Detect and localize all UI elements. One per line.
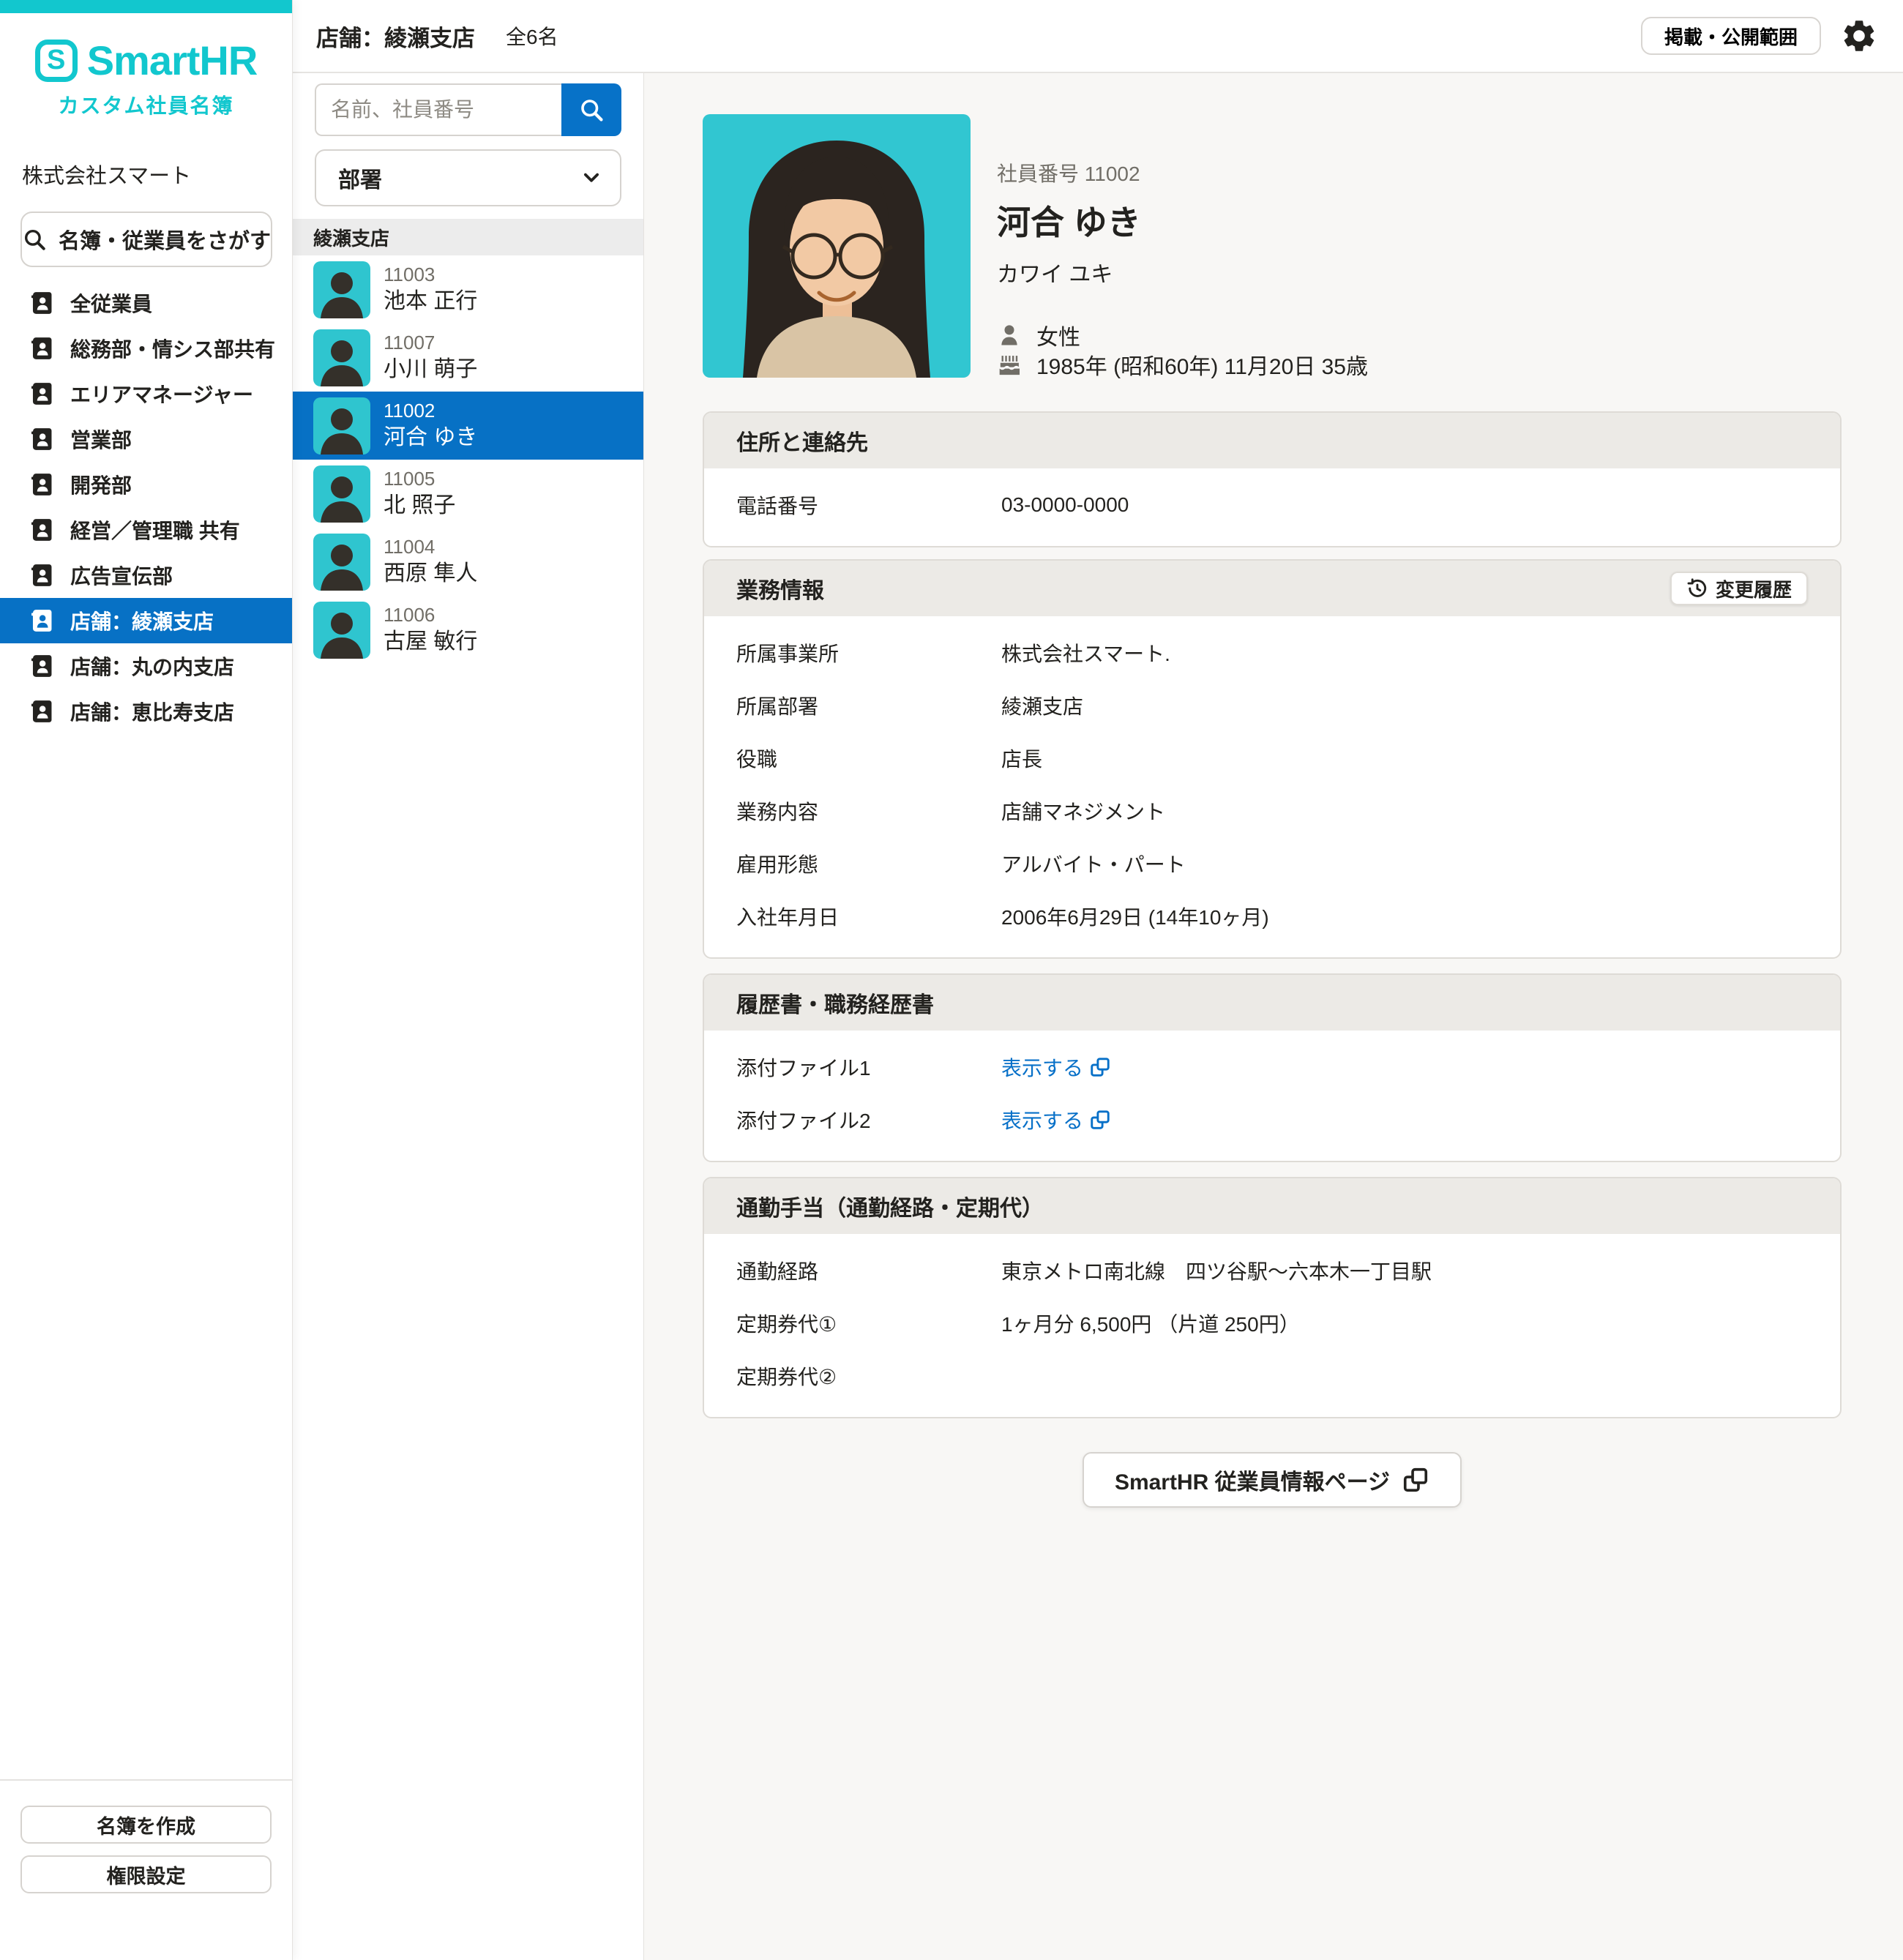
address-book-icon: [29, 608, 54, 633]
chevron-down-icon: [580, 167, 602, 189]
external-link-icon: [1089, 1056, 1111, 1078]
section-contact: 住所と連絡先 電話番号 03-0000-0000: [703, 411, 1842, 547]
employee-list-item[interactable]: 11004 西原 隼人: [293, 528, 643, 596]
field-row: 雇用形態 アルバイト・パート: [736, 837, 1808, 890]
create-roster-button[interactable]: 名簿を作成: [20, 1806, 272, 1844]
section-contact-title: 住所と連絡先: [704, 413, 1840, 468]
employee-search: [315, 83, 621, 136]
department-filter-select[interactable]: 部署: [315, 149, 621, 206]
employee-kana: カワイ ユキ: [997, 256, 1368, 288]
section-resume: 履歴書・職務経歴書 添付ファイル1 表示する 添付ファイル2 表示する: [703, 973, 1842, 1162]
settings-button[interactable]: [1839, 15, 1880, 56]
change-history-button[interactable]: 変更履歴: [1670, 572, 1808, 605]
history-icon: [1686, 577, 1708, 599]
gear-icon: [1840, 17, 1878, 55]
address-book-icon: [29, 517, 54, 542]
employee-count: 全6名: [506, 21, 558, 51]
top-header: 店舗：綾瀬支店 全6名 掲載・公開範囲: [293, 0, 1903, 73]
avatar: [313, 397, 370, 455]
group-header: 綾瀬支店: [293, 219, 643, 255]
publish-scope-button[interactable]: 掲載・公開範囲: [1641, 17, 1821, 55]
employee-list-item[interactable]: 11007 小川 萌子: [293, 323, 643, 392]
sidebar-item-general-affairs[interactable]: 総務部・情シス部共有: [0, 326, 292, 371]
birthday-row: 1985年 (昭和60年) 11月20日 35歳: [997, 350, 1368, 379]
smarthr-employee-page-button[interactable]: SmartHR 従業員情報ページ: [1083, 1452, 1462, 1508]
sidebar-item-management[interactable]: 経営／管理職 共有: [0, 507, 292, 553]
employee-search-button[interactable]: [561, 83, 621, 136]
brand-teal-strip: [0, 0, 292, 13]
person-icon: [997, 323, 1022, 348]
address-book-icon: [29, 291, 54, 315]
section-commute: 通勤手当（通勤経路・定期代） 通勤経路 東京メトロ南北線 四ツ谷駅〜六本木一丁目…: [703, 1177, 1842, 1418]
sidebar-footer: 名簿を作成 権限設定: [0, 1779, 292, 1893]
smarthr-logo: S SmartHR: [0, 37, 292, 84]
sidebar: S SmartHR カスタム社員名簿 株式会社スマート 名簿・従業員をさがす 全…: [0, 0, 293, 1960]
sidebar-item-ebisu-branch[interactable]: 店舗：恵比寿支店: [0, 689, 292, 734]
avatar: [313, 534, 370, 591]
smarthr-directory-app: 店舗：綾瀬支店 全6名 掲載・公開範囲 S SmartHR カスタム社員名簿 株…: [0, 0, 1903, 1960]
attachment-2-view-link[interactable]: 表示する: [1001, 1105, 1111, 1134]
avatar: [313, 329, 370, 386]
birthday-cake-icon: [997, 352, 1022, 377]
employee-photo: [703, 114, 971, 378]
section-work: 業務情報 変更履歴 所属事業所 株式会社スマート. 所属部署 綾瀬支店 役職 店…: [703, 559, 1842, 959]
address-book-icon: [29, 654, 54, 678]
app-subtitle: カスタム社員名簿: [0, 90, 292, 119]
section-commute-title: 通勤手当（通勤経路・定期代）: [704, 1178, 1840, 1234]
employee-number: 社員番号 11002: [997, 158, 1368, 187]
permission-settings-button[interactable]: 権限設定: [20, 1855, 272, 1893]
field-row: 電話番号 03-0000-0000: [736, 479, 1808, 531]
field-row: 所属事業所 株式会社スマート.: [736, 626, 1808, 679]
field-row: 所属部署 綾瀬支店: [736, 679, 1808, 732]
sidebar-item-marunouchi-branch[interactable]: 店舗：丸の内支店: [0, 643, 292, 689]
directory-search-button[interactable]: 名簿・従業員をさがす: [20, 212, 272, 267]
employee-detail-panel: 社員番号 11002 河合 ゆき カワイ ユキ 女性 1985年 (昭和60年)…: [644, 73, 1903, 1960]
field-row: 添付ファイル2 表示する: [736, 1093, 1808, 1146]
avatar: [313, 261, 370, 318]
employee-list-panel: 部署 綾瀬支店 11003 池本 正行 11007 小川 萌子 11002 河合…: [293, 73, 644, 1960]
section-work-title: 業務情報: [736, 572, 824, 605]
field-row: 業務内容 店舗マネジメント: [736, 785, 1808, 837]
sidebar-item-ayase-branch[interactable]: 店舗：綾瀬支店: [0, 598, 292, 643]
address-book-icon: [29, 563, 54, 588]
directory-nav: 全従業員 総務部・情シス部共有 エリアマネージャー 営業部 開発部 経営／管理職…: [0, 280, 292, 734]
avatar: [313, 602, 370, 659]
attachment-1-view-link[interactable]: 表示する: [1001, 1052, 1111, 1082]
address-book-icon: [29, 472, 54, 497]
gender-row: 女性: [997, 321, 1368, 350]
sidebar-item-development[interactable]: 開発部: [0, 462, 292, 507]
address-book-icon: [29, 336, 54, 361]
employee-list-item[interactable]: 11005 北 照子: [293, 460, 643, 528]
profile-info: 社員番号 11002 河合 ゆき カワイ ユキ 女性 1985年 (昭和60年)…: [997, 114, 1368, 379]
smarthr-logo-icon: S: [35, 40, 78, 82]
address-book-icon: [29, 699, 54, 724]
external-link-icon: [1089, 1109, 1111, 1131]
profile-header: 社員番号 11002 河合 ゆき カワイ ユキ 女性 1985年 (昭和60年)…: [703, 114, 1842, 379]
search-icon: [22, 227, 47, 252]
smarthr-logo-text: SmartHR: [87, 37, 258, 84]
avatar: [313, 465, 370, 523]
section-resume-title: 履歴書・職務経歴書: [704, 975, 1840, 1031]
field-row: 定期券代②: [736, 1350, 1808, 1402]
field-row: 通勤経路 東京メトロ南北線 四ツ谷駅〜六本木一丁目駅: [736, 1244, 1808, 1297]
sidebar-item-all-employees[interactable]: 全従業員: [0, 280, 292, 326]
sidebar-item-sales[interactable]: 営業部: [0, 416, 292, 462]
employee-list-item-selected[interactable]: 11002 河合 ゆき: [293, 392, 643, 460]
external-link-icon: [1402, 1466, 1429, 1494]
employee-list-item[interactable]: 11006 古屋 敏行: [293, 596, 643, 664]
sidebar-item-area-manager[interactable]: エリアマネージャー: [0, 371, 292, 416]
address-book-icon: [29, 427, 54, 452]
field-row: 定期券代① 1ヶ月分 6,500円 （片道 250円）: [736, 1297, 1808, 1350]
company-name: 株式会社スマート: [22, 159, 292, 190]
search-icon: [578, 97, 605, 123]
employee-name: 河合 ゆき: [997, 196, 1368, 244]
page-title: 店舗：綾瀬支店: [316, 20, 475, 53]
employee-list-item[interactable]: 11003 池本 正行: [293, 255, 643, 323]
sidebar-item-advertising[interactable]: 広告宣伝部: [0, 553, 292, 598]
field-row: 入社年月日 2006年6月29日 (14年10ヶ月): [736, 890, 1808, 943]
address-book-icon: [29, 381, 54, 406]
field-row: 添付ファイル1 表示する: [736, 1041, 1808, 1093]
employee-search-input[interactable]: [315, 83, 561, 136]
field-row: 役職 店長: [736, 732, 1808, 785]
